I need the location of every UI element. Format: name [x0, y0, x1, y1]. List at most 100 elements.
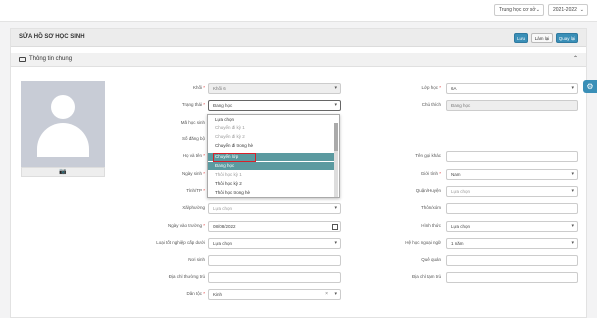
- label-sodangbo: Số đăng bộ: [181, 136, 205, 141]
- school-level-value: Trung học cơ sở: [499, 7, 536, 13]
- class-value: 6A: [451, 86, 457, 91]
- scrollbar-thumb[interactable]: [334, 123, 338, 151]
- temporary-address-input[interactable]: [446, 272, 578, 283]
- dropdown-option[interactable]: Lựa chọn: [208, 116, 334, 124]
- label-diachithuongtru: Địa chỉ thường trú: [168, 274, 205, 279]
- chevron-down-icon: ▾: [571, 85, 574, 91]
- ward-value: Lựa chọn: [213, 206, 233, 211]
- grade-value: Khối 6: [213, 86, 226, 91]
- dropdown-option[interactable]: Thôi học kỳ 2: [208, 180, 334, 188]
- clear-icon[interactable]: ×: [325, 290, 328, 299]
- label-hinhthuc: Hình thức: [421, 223, 441, 228]
- dropdown-option-selected[interactable]: Đang học: [208, 162, 334, 170]
- permanent-address-input[interactable]: [208, 272, 341, 283]
- section-title: Thông tin chung: [29, 56, 73, 62]
- hamlet-input[interactable]: [446, 203, 578, 214]
- label-diachitamtru: Địa chỉ tạm trú: [411, 274, 441, 279]
- label-lophoc: Lớp học *: [421, 85, 442, 90]
- status-select[interactable]: Đang học ▾: [208, 100, 341, 111]
- birthplace-input[interactable]: [208, 255, 341, 266]
- label-hoten: Họ và tên *: [182, 153, 205, 158]
- label-khoi: Khối *: [192, 85, 205, 90]
- foreign-language-select[interactable]: 1 năm ▾: [446, 238, 578, 249]
- other-name-input[interactable]: [446, 151, 578, 162]
- chevron-down-icon: ▾: [334, 205, 337, 211]
- label-text: Họ và tên: [182, 153, 202, 158]
- label-noisinh: Nơi sinh: [188, 257, 205, 262]
- chevron-down-icon: ⌄: [535, 7, 540, 13]
- section-header[interactable]: Thông tin chung ⌃: [11, 53, 586, 67]
- label-trangthai: Trạng thái *: [181, 102, 205, 107]
- status-dropdown-menu: Lựa chọn Chuyển đi kỳ 1 Chuyển đi kỳ 2 C…: [207, 114, 340, 198]
- chevron-down-icon: ▾: [334, 102, 337, 108]
- ethnicity-select[interactable]: Kinh × ▾: [208, 289, 341, 300]
- save-button[interactable]: Lưu: [514, 33, 528, 43]
- ward-select[interactable]: Lựa chọn ▾: [208, 203, 341, 214]
- label-xa: Xã/phường: [182, 205, 205, 210]
- panel-header: SỬA HỒ SƠ HỌC SINH Lưu Làm lại Quay lại: [11, 29, 586, 47]
- label-hengoaingu: Hệ học ngoại ngữ: [405, 240, 441, 245]
- chevron-down-icon: ▾: [334, 85, 337, 91]
- district-value: Lựa chọn: [451, 189, 471, 194]
- chevron-down-icon: ▾: [571, 171, 574, 177]
- chevron-down-icon: ▾: [571, 240, 574, 246]
- district-select[interactable]: Lựa chọn ▾: [446, 186, 578, 197]
- reset-button[interactable]: Làm lại: [531, 33, 553, 43]
- avatar: [21, 81, 105, 167]
- dropdown-option[interactable]: Chuyển đi kỳ 2: [208, 133, 334, 141]
- admission-date-input[interactable]: 08/08/2022: [208, 221, 341, 232]
- form-select[interactable]: Lựa chọn ▾: [446, 221, 578, 232]
- gear-icon[interactable]: ⚙: [583, 80, 597, 93]
- hometown-input[interactable]: [446, 255, 578, 266]
- school-level-select[interactable]: Trung học cơ sở ⌄: [494, 4, 544, 16]
- dropdown-option[interactable]: Thôi học trong hè: [208, 189, 334, 197]
- chevron-down-icon: ⌄: [579, 7, 584, 13]
- chevron-down-icon: ▾: [334, 240, 337, 246]
- note-value: Đang học: [451, 103, 471, 108]
- dropdown-scrollbar[interactable]: [334, 123, 338, 197]
- chevron-down-icon: ▾: [571, 223, 574, 229]
- class-select[interactable]: 6A ▾: [446, 83, 578, 94]
- label-loaitotnghiep: Loại tốt nghiệp cấp dưới: [156, 240, 205, 245]
- dropdown-option[interactable]: Chuyển đi trong hè: [208, 142, 334, 150]
- dropdown-option[interactable]: Thôi học kỳ 1: [208, 171, 334, 179]
- label-quanhuyen: Quận/Huyện: [415, 188, 441, 193]
- graduation-type-select[interactable]: Lựa chọn ▾: [208, 238, 341, 249]
- label-mahs: Mã học sinh: [180, 120, 205, 125]
- admission-date-value: 08/08/2022: [213, 224, 236, 229]
- grade-select[interactable]: Khối 6 ▾: [208, 83, 341, 94]
- label-gioitinh: Giới tính *: [420, 171, 441, 176]
- label-ngayvaotruong: Ngày vào trường *: [167, 223, 205, 228]
- back-button[interactable]: Quay lại: [556, 33, 578, 43]
- label-text: Trạng thái: [181, 102, 202, 107]
- label-text: Dân tộc: [186, 291, 202, 296]
- ethnicity-value: Kinh: [213, 292, 223, 297]
- gender-value: Nam: [451, 172, 461, 177]
- foreign-language-value: 1 năm: [451, 241, 464, 246]
- gender-select[interactable]: Nam ▾: [446, 169, 578, 180]
- graduation-type-value: Lựa chọn: [213, 241, 233, 246]
- label-tinh: Tỉnh/TP *: [186, 188, 205, 193]
- chevron-down-icon: ▾: [571, 188, 574, 194]
- avatar-body: [37, 123, 89, 157]
- school-year-select[interactable]: 2021-2022 ⌄: [548, 4, 588, 16]
- label-text: Khối: [192, 85, 202, 90]
- label-text: Tỉnh/TP: [186, 188, 202, 193]
- label-text: Ngày vào trường: [167, 223, 202, 228]
- label-dantoc: Dân tộc *: [186, 291, 205, 296]
- page-title: SỬA HỒ SƠ HỌC SINH: [19, 34, 85, 40]
- label-tengoikhac: Tên gọi khác: [415, 153, 441, 158]
- top-bar: Trung học cơ sở ⌄ 2021-2022 ⌄: [0, 0, 597, 22]
- dropdown-option[interactable]: Chuyển đi kỳ 1: [208, 124, 334, 132]
- label-text: Ngày sinh: [181, 171, 202, 176]
- calendar-icon[interactable]: [332, 224, 338, 230]
- chevron-up-icon[interactable]: ⌃: [573, 55, 578, 62]
- label-quequan: Quê quán: [421, 257, 441, 262]
- id-card-icon: [19, 57, 26, 62]
- label-thonxom: Thôn/xóm: [420, 205, 441, 210]
- label-text: Lớp học: [421, 85, 438, 90]
- note-input[interactable]: Đang học: [446, 100, 578, 111]
- label-ngaysinh: Ngày sinh *: [181, 171, 205, 176]
- avatar-head: [51, 95, 75, 119]
- camera-icon[interactable]: 📷: [21, 167, 105, 177]
